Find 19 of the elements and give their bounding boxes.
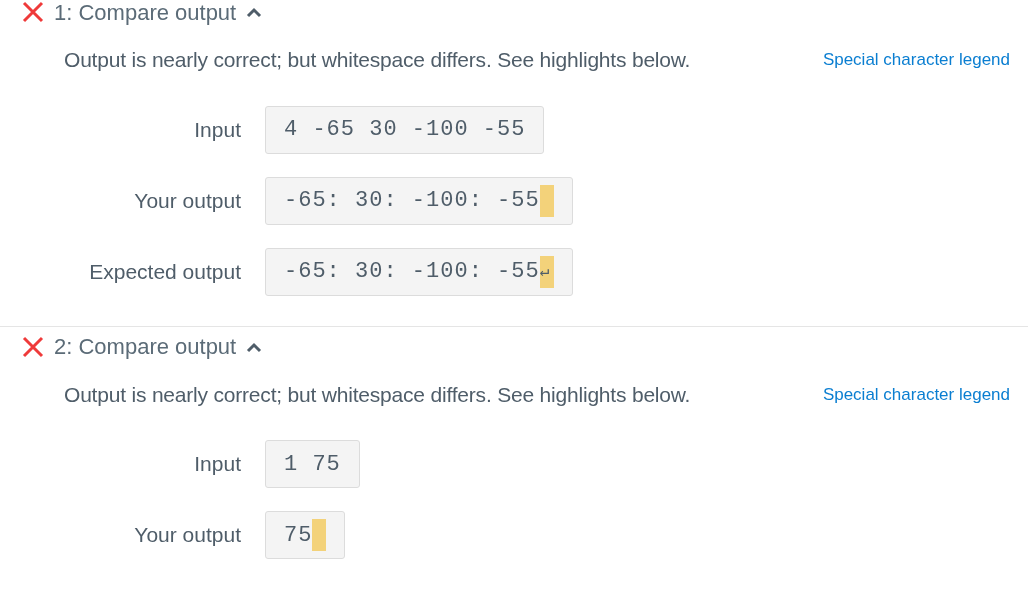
result-message: Output is nearly correct; but whitespace differs. See highlights below. (64, 47, 691, 73)
legend-link[interactable]: Special character legend (822, 47, 1010, 73)
result-message: Output is nearly correct; but whitespace differs. See highlights below. (64, 381, 691, 408)
output-label: Expected output (88, 258, 242, 285)
test-title: 1: Compare output (54, 0, 237, 27)
collapse-chevron-icon[interactable] (246, 6, 263, 18)
output-text-box: -65: 30: -100: -55 (265, 176, 573, 225)
output-text-box: 75 (265, 511, 346, 559)
test-title: 2: Compare output (54, 333, 237, 361)
output-label: Your output (133, 187, 242, 214)
output-text-box: -65: 30: -100: -55↵ (265, 247, 573, 296)
output-text-box: 4 -65 30 -100 -55 (265, 105, 545, 154)
output-label: Your output (133, 522, 242, 549)
output-text-box: 1 75 (265, 440, 360, 488)
output-label: Input (193, 116, 242, 143)
collapse-chevron-icon[interactable] (246, 340, 263, 353)
legend-link[interactable]: Special character legend (822, 381, 1010, 407)
output-label: Input (193, 451, 242, 478)
whitespace-highlight: ↵ (539, 255, 554, 288)
